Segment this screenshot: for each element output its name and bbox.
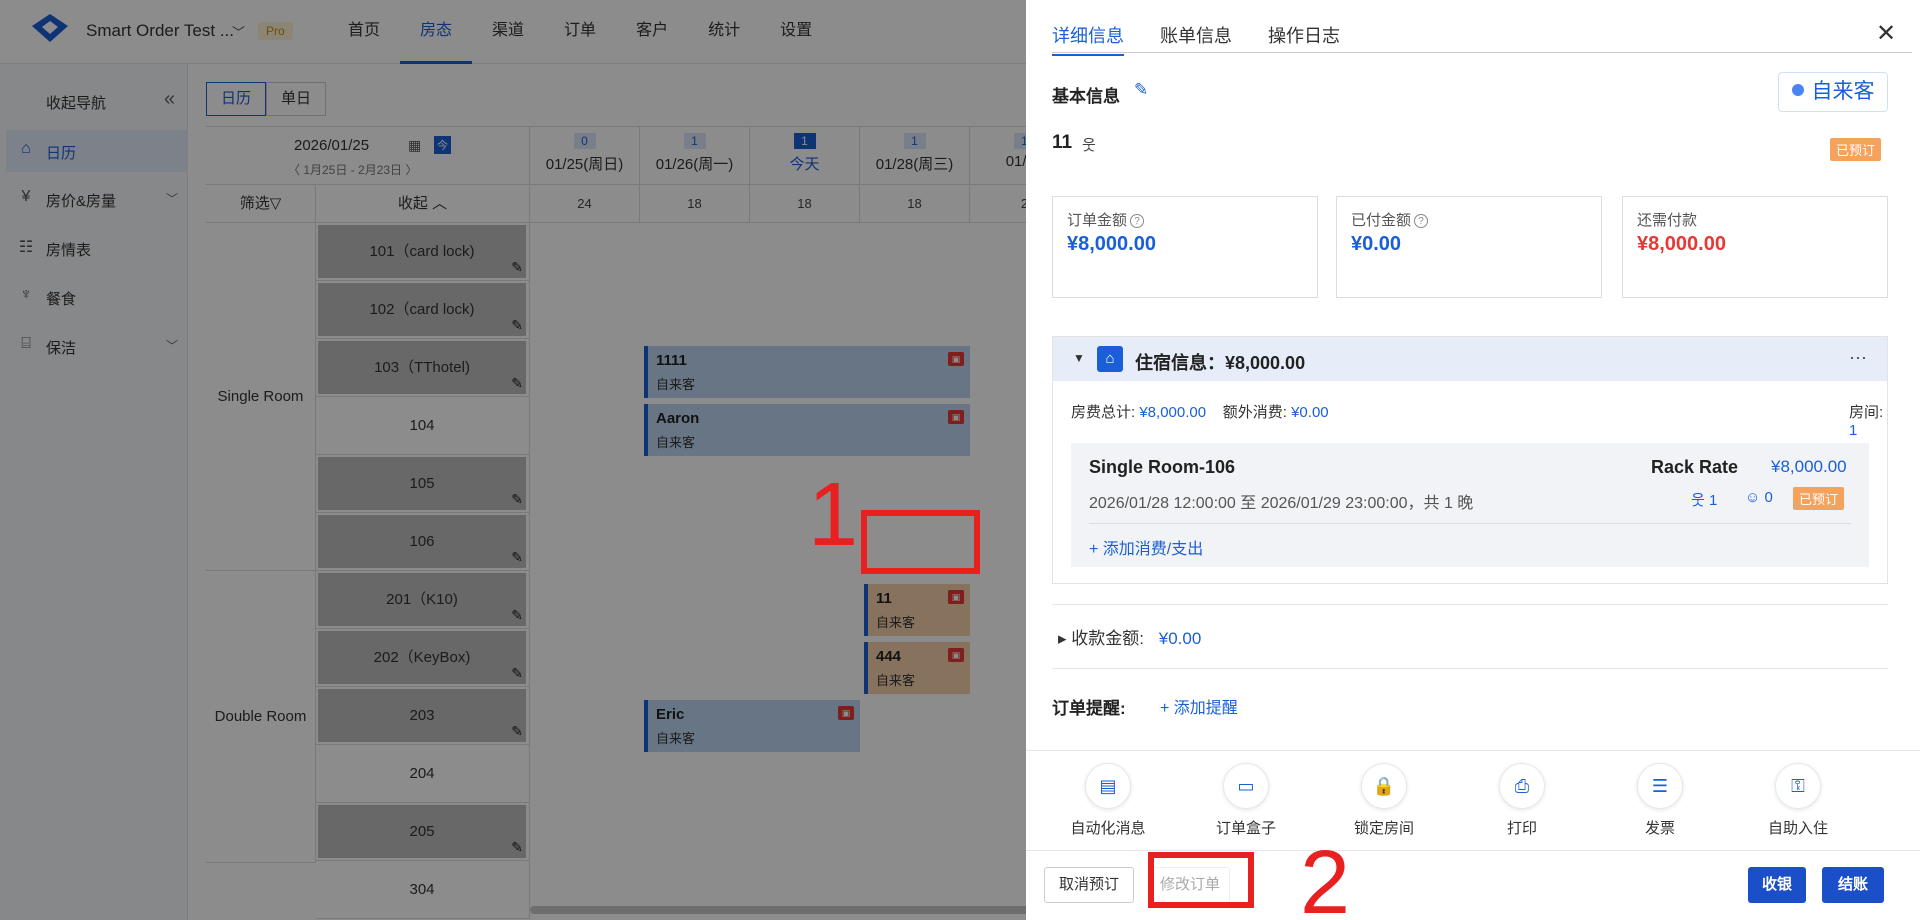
self-checkin-icon: ⚿ — [1775, 763, 1821, 809]
close-icon[interactable]: ✕ — [1876, 22, 1896, 46]
caret-down-icon[interactable]: ▼ — [1073, 351, 1085, 365]
action-label: 自助入住 — [1767, 820, 1828, 837]
stay-info-title: 住宿信息：¥8,000.00 — [1135, 353, 1306, 373]
annotation-box-1 — [861, 510, 980, 574]
room-name: Single Room-106 — [1089, 457, 1236, 477]
status-badge: 已预订 — [1830, 138, 1882, 161]
collect-value: ¥0.00 — [1158, 629, 1202, 648]
cancel-booking-button[interactable]: 取消预订 — [1044, 867, 1134, 903]
order-detail-drawer: 详细信息 账单信息 操作日志 ✕ 基本信息 ✎ 自来客 11 웃 已预订 订单金… — [1026, 0, 1920, 920]
tab-bill[interactable]: 账单信息 — [1160, 22, 1232, 56]
dot-icon — [1791, 84, 1804, 96]
paid-amount-card: 已付金额? ¥0.00 — [1336, 196, 1602, 298]
person-icon: 웃 — [1082, 137, 1096, 154]
drawer-tabs: 详细信息 账单信息 操作日志 — [1052, 22, 1376, 56]
help-icon[interactable]: ? — [1130, 214, 1145, 228]
rate-plan: Rack Rate — [1651, 457, 1739, 477]
lock-icon: 🔒 — [1361, 763, 1407, 809]
adults-count: 웃 1 — [1691, 489, 1717, 510]
self-checkin-button[interactable]: ⚿ 自助入住 — [1738, 763, 1858, 838]
box-icon: ▭ — [1223, 763, 1269, 809]
annotation-box-2 — [1148, 852, 1254, 908]
checkout-button[interactable]: 结账 — [1822, 867, 1884, 903]
tab-operation-log[interactable]: 操作日志 — [1268, 22, 1340, 56]
tab-divider — [1052, 52, 1912, 53]
room-count: 房间: 1 — [1849, 401, 1887, 439]
amount-label: 已付金额 — [1351, 212, 1412, 229]
amount-label: 还需付款 — [1637, 212, 1698, 229]
action-label: 打印 — [1506, 820, 1537, 837]
print-button[interactable]: ⎙ 打印 — [1462, 763, 1582, 838]
child-icon: ☺ — [1745, 489, 1761, 506]
annotation-number-2: 2 — [1300, 833, 1351, 920]
children-value: 0 — [1764, 489, 1773, 506]
person-icon: 웃 — [1691, 492, 1705, 509]
stay-info-header[interactable]: ▼ ⌂ 住宿信息：¥8,000.00 ··· — [1053, 337, 1887, 381]
amount-value: ¥8,000.00 — [1637, 233, 1726, 255]
order-amount-card: 订单金额? ¥8,000.00 — [1052, 196, 1318, 298]
edit-icon[interactable]: ✎ — [1134, 80, 1148, 100]
divider — [1052, 604, 1888, 605]
add-reminder-link[interactable]: + 添加提醒 — [1160, 694, 1238, 718]
action-bar: ▤ 自动化消息 ▭ 订单盒子 🔒 锁定房间 ⎙ 打印 ☰ 发票 ⚿ 自助入住 — [1026, 750, 1920, 850]
auto-message-button[interactable]: ▤ 自动化消息 — [1048, 763, 1168, 838]
caret-right-icon[interactable]: ▸ — [1058, 629, 1067, 648]
order-reminder-label: 订单提醒: — [1052, 699, 1126, 718]
action-label: 发票 — [1644, 820, 1675, 837]
print-icon: ⎙ — [1499, 763, 1545, 809]
home-icon: ⌂ — [1097, 346, 1123, 372]
add-expense-link[interactable]: + 添加消费/支出 — [1089, 535, 1203, 559]
action-label: 订单盒子 — [1215, 820, 1276, 837]
amount-value: ¥8,000.00 — [1067, 233, 1156, 255]
collect-payment-button[interactable]: 收银 — [1748, 867, 1806, 903]
stay-info-section: ▼ ⌂ 住宿信息：¥8,000.00 ··· 房费总计: ¥8,000.00 额… — [1052, 336, 1888, 584]
status-badge: 已预订 — [1793, 487, 1845, 510]
basic-info-title: 基本信息 — [1052, 87, 1120, 106]
amount-label: 订单金额 — [1067, 212, 1128, 229]
divider — [1052, 668, 1888, 669]
stay-time: 2026/01/28 12:00:00 至 2026/01/29 23:00:0… — [1089, 495, 1474, 512]
adults-value: 1 — [1708, 492, 1718, 509]
stay-summary: 房费总计: ¥8,000.00 额外消费: ¥0.00 — [1071, 401, 1329, 422]
source-button[interactable]: 自来客 — [1778, 72, 1888, 112]
invoice-button[interactable]: ☰ 发票 — [1600, 763, 1720, 838]
action-label: 自动化消息 — [1070, 820, 1146, 837]
room-total-value: ¥8,000.00 — [1139, 404, 1207, 421]
rooms-label: 房间: — [1849, 404, 1884, 421]
lock-room-button[interactable]: 🔒 锁定房间 — [1324, 763, 1444, 838]
due-amount-card: 还需付款 ¥8,000.00 — [1622, 196, 1888, 298]
message-icon: ▤ — [1085, 763, 1131, 809]
annotation-number-1: 1 — [808, 465, 859, 565]
amount-value: ¥0.00 — [1351, 233, 1402, 255]
collect-label: 收款金额: — [1071, 629, 1145, 648]
tab-details[interactable]: 详细信息 — [1052, 22, 1124, 56]
order-box-button[interactable]: ▭ 订单盒子 — [1186, 763, 1306, 838]
room-total-label: 房费总计: — [1071, 404, 1136, 421]
children-count: ☺ 0 — [1745, 489, 1773, 506]
collect-amount-row[interactable]: ▸ 收款金额: ¥0.00 — [1058, 624, 1201, 649]
help-icon[interactable]: ? — [1414, 214, 1429, 228]
room-detail-card: Single Room-106 Rack Rate ¥8,000.00 2026… — [1071, 443, 1869, 567]
extra-label: 额外消费: — [1222, 404, 1287, 421]
modal-backdrop[interactable] — [0, 0, 1026, 920]
extra-value: ¥0.00 — [1291, 404, 1329, 421]
source-label: 自来客 — [1811, 80, 1875, 103]
rooms-value: 1 — [1849, 422, 1858, 439]
more-icon[interactable]: ··· — [1849, 347, 1867, 368]
invoice-icon: ☰ — [1637, 763, 1683, 809]
room-price: ¥8,000.00 — [1771, 457, 1847, 476]
divider — [1089, 523, 1851, 524]
order-name: 11 — [1052, 132, 1073, 153]
